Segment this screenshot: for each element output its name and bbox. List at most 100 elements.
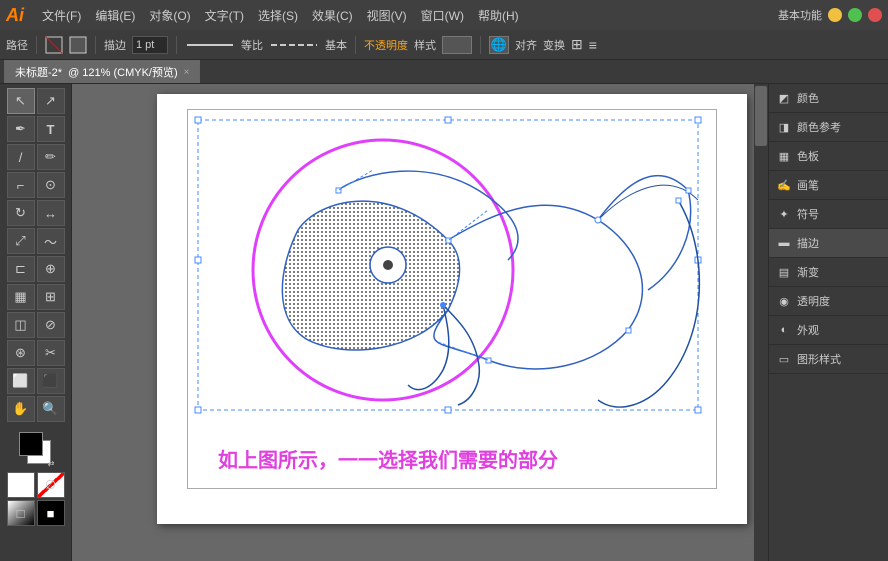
panel-gradient[interactable]: ▤ 渐变: [769, 258, 888, 287]
menu-text[interactable]: 文字(T): [199, 5, 250, 26]
panel-symbol[interactable]: ✦ 符号: [769, 200, 888, 229]
opacity-label[interactable]: 不透明度: [364, 37, 408, 53]
panel-color[interactable]: ◩ 颜色: [769, 84, 888, 113]
tool-row-8: ▦ ⊞: [7, 284, 65, 310]
canvas-area[interactable]: 如上图所示，一一选择我们需要的部分: [72, 84, 768, 561]
gradient-mode-row: □ ■: [7, 500, 65, 526]
panel-transparency-label: 透明度: [797, 293, 830, 309]
tool-puppet[interactable]: ⊕: [37, 256, 65, 282]
tool-blend[interactable]: ⊛: [7, 340, 35, 366]
fill-color-btn[interactable]: .: [7, 472, 35, 498]
tool-line[interactable]: /: [7, 144, 35, 170]
panel-graphic-styles-label: 图形样式: [797, 351, 841, 367]
stroke-black-box[interactable]: [19, 432, 43, 456]
panel-color-ref[interactable]: ◨ 颜色参考: [769, 113, 888, 142]
panel-toggle[interactable]: ≡: [589, 37, 597, 53]
tool-pen[interactable]: ✒: [7, 116, 35, 142]
tool-scissors[interactable]: ✂: [37, 340, 65, 366]
tool-mesh[interactable]: ⊞: [37, 284, 65, 310]
brush-panel-icon: ✍: [777, 178, 791, 192]
tool-blob[interactable]: ⊙: [37, 172, 65, 198]
pattern-fill-btn[interactable]: ■: [37, 500, 65, 526]
tab-bar: 未标题-2* @ 121% (CMYK/预览) ×: [0, 60, 888, 84]
tool-row-4: ⌐ ⊙: [7, 172, 65, 198]
panel-stroke[interactable]: ▬ 描边: [769, 229, 888, 258]
panel-appearance[interactable]: ◐ 外观: [769, 316, 888, 345]
tool-row-12: ✋ 🔍: [7, 396, 65, 422]
tool-gradient[interactable]: ◫: [7, 312, 35, 338]
panel-swatches-label: 色板: [797, 148, 819, 164]
panel-swatches[interactable]: ▦ 色板: [769, 142, 888, 171]
tab-untitled[interactable]: 未标题-2* @ 121% (CMYK/预览) ×: [4, 60, 200, 83]
menu-object[interactable]: 对象(O): [143, 5, 196, 26]
stroke-size-input[interactable]: 1 pt: [132, 36, 168, 54]
tool-text[interactable]: T: [37, 116, 65, 142]
tool-row-7: ⊏ ⊕: [7, 256, 65, 282]
menu-file[interactable]: 文件(F): [36, 5, 87, 26]
tool-scale[interactable]: ⤢: [7, 228, 35, 254]
tool-rotate[interactable]: ↻: [7, 200, 35, 226]
artboard: 如上图所示，一一选择我们需要的部分: [157, 94, 747, 524]
tool-pencil[interactable]: ✏: [37, 144, 65, 170]
panel-brush[interactable]: ✍ 画笔: [769, 171, 888, 200]
close-button[interactable]: [868, 8, 882, 22]
line-style-solid: [185, 38, 235, 52]
menu-view[interactable]: 视图(V): [361, 5, 413, 26]
appearance-icon: ◐: [777, 323, 791, 337]
app-logo: Ai: [6, 5, 24, 26]
menu-edit[interactable]: 编辑(E): [89, 5, 141, 26]
panel-transparency[interactable]: ◉ 透明度: [769, 287, 888, 316]
panel-graphic-styles[interactable]: ▭ 图形样式: [769, 345, 888, 374]
style-swatch[interactable]: [442, 36, 472, 54]
tool-column-graph[interactable]: ▦: [7, 284, 35, 310]
menu-window[interactable]: 窗口(W): [415, 5, 470, 26]
toolbar-sep-2: [95, 36, 96, 54]
tool-brush[interactable]: ⌐: [7, 172, 35, 198]
no-fill-btn[interactable]: ∅: [37, 472, 65, 498]
tool-row-9: ◫ ⊘: [7, 312, 65, 338]
menu-select[interactable]: 选择(S): [252, 5, 304, 26]
stroke-color[interactable]: [45, 36, 63, 54]
swatches-icon: ▦: [777, 149, 791, 163]
fill-color[interactable]: [69, 36, 87, 54]
panel-gradient-label: 渐变: [797, 264, 819, 280]
toolbar-sep-3: [176, 36, 177, 54]
more-btn[interactable]: ⊞: [571, 36, 583, 53]
canvas-scrollbar[interactable]: [754, 84, 768, 561]
maximize-button[interactable]: [848, 8, 862, 22]
scroll-thumb[interactable]: [755, 86, 767, 146]
tool-slice[interactable]: ⬛: [37, 368, 65, 394]
globe-btn[interactable]: 🌐: [489, 36, 509, 54]
gradient-panel-icon: ▤: [777, 265, 791, 279]
tab-info: @ 121% (CMYK/预览): [68, 64, 178, 80]
panel-symbol-label: 符号: [797, 206, 819, 222]
menu-effect[interactable]: 效果(C): [306, 5, 359, 26]
menu-bar: 文件(F) 编辑(E) 对象(O) 文字(T) 选择(S) 效果(C) 视图(V…: [36, 5, 525, 26]
tool-zoom[interactable]: 🔍: [37, 396, 65, 422]
color-panel-icon: ◩: [777, 91, 791, 105]
main-area: ↖ ↗ ✒ T / ✏ ⌐ ⊙ ↻ ↔ ⤢ 〜 ⊏ ⊕ ▦ ⊞: [0, 84, 888, 561]
gradient-fill-btn[interactable]: □: [7, 500, 35, 526]
swap-colors[interactable]: ⇄: [48, 459, 55, 468]
tool-row-5: ↻ ↔: [7, 200, 65, 226]
minimize-button[interactable]: [828, 8, 842, 22]
tool-width[interactable]: ⊏: [7, 256, 35, 282]
stroke-panel-icon: ▬: [777, 236, 791, 250]
tool-row-1: ↖ ↗: [7, 88, 65, 114]
artwork-svg: [188, 110, 718, 440]
tool-warp[interactable]: 〜: [37, 228, 65, 254]
tool-direct-selection[interactable]: ↗: [37, 88, 65, 114]
tool-reflect[interactable]: ↔: [37, 200, 65, 226]
tool-selection[interactable]: ↖: [7, 88, 35, 114]
tool-hand[interactable]: ✋: [7, 396, 35, 422]
color-ref-icon: ◨: [777, 120, 791, 134]
style-label: 样式: [414, 37, 436, 53]
menu-help[interactable]: 帮助(H): [472, 5, 525, 26]
tool-artboard[interactable]: ⬜: [7, 368, 35, 394]
tool-row-3: / ✏: [7, 144, 65, 170]
panel-brush-label: 画笔: [797, 177, 819, 193]
tool-eyedropper[interactable]: ⊘: [37, 312, 65, 338]
tab-close-button[interactable]: ×: [184, 67, 190, 78]
caption-text: 如上图所示，一一选择我们需要的部分: [218, 444, 558, 473]
tab-title: 未标题-2*: [15, 64, 62, 80]
